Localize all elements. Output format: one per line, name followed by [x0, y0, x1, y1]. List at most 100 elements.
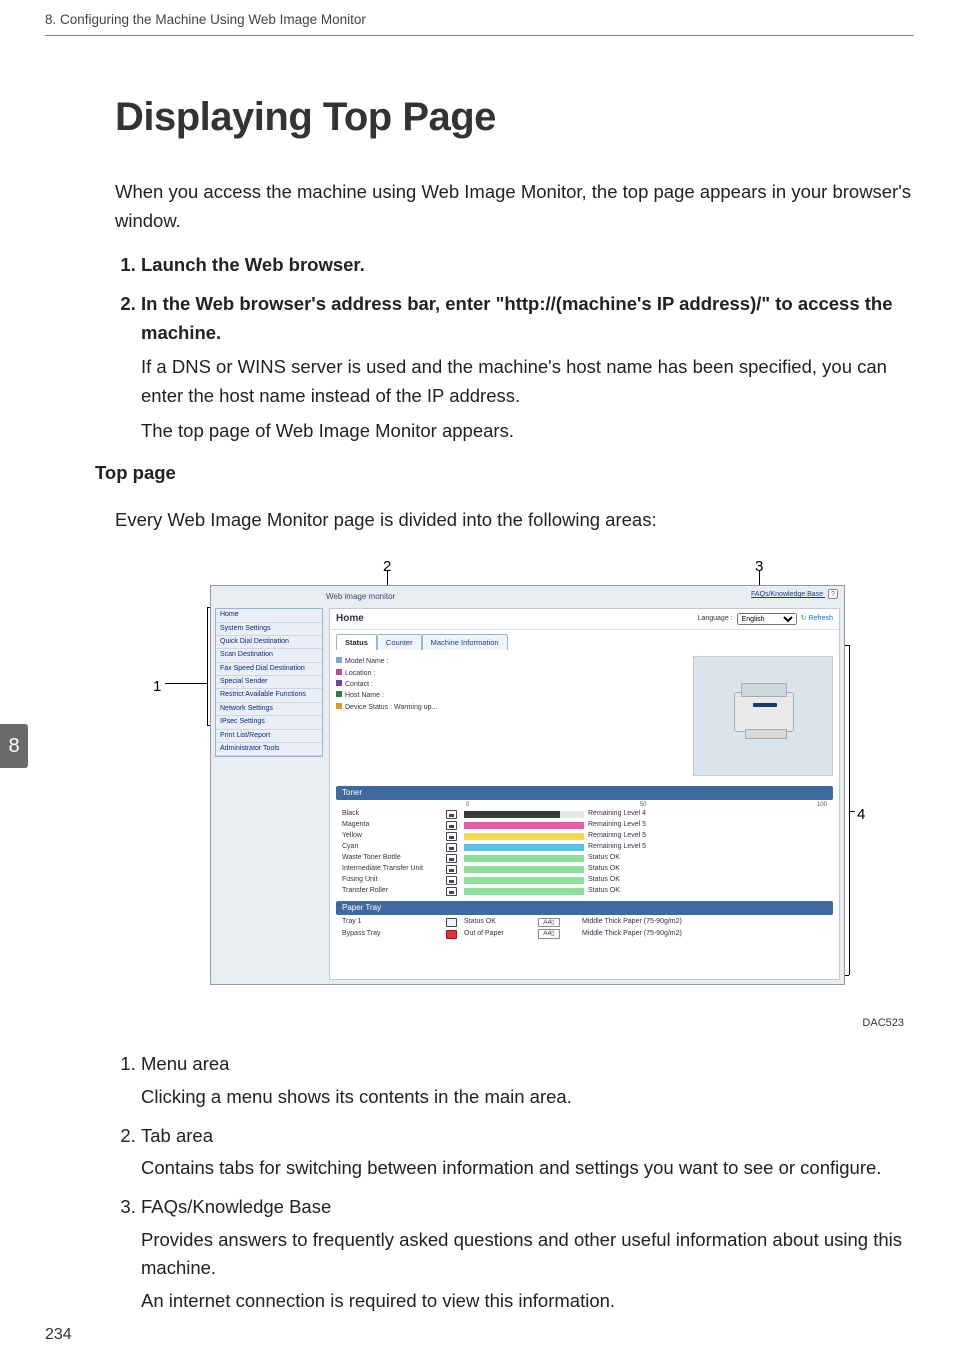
status-label: Device Status: [345, 704, 388, 711]
refresh-button[interactable]: Refresh: [801, 615, 833, 623]
step-2-body-2: The top page of Web Image Monitor appear…: [141, 417, 914, 446]
sidebar-item[interactable]: Network Settings: [216, 703, 322, 716]
help-icon[interactable]: ?: [828, 589, 838, 599]
toner-scale: 0 50 100: [336, 802, 833, 809]
legend-1-body: Clicking a menu shows its contents in th…: [141, 1083, 914, 1112]
toner-status: Status OK: [588, 865, 827, 873]
sidebar-item[interactable]: Print List/Report: [216, 730, 322, 743]
tray-status: Status OK: [464, 918, 534, 926]
level-bar: [464, 822, 584, 829]
figure: 2 3 1 4 FAQs/Knowledge Base ?: [145, 555, 865, 1005]
cartridge-icon: [446, 876, 457, 885]
level-fill: [464, 877, 584, 884]
toner-row: BlackRemaining Level 4: [336, 809, 833, 820]
sidebar-item[interactable]: Quick Dial Destination: [216, 636, 322, 649]
tray-row: Tray 1Status OKA4▯Middle Thick Paper (75…: [336, 917, 833, 929]
legend-2: Tab area Contains tabs for switching bet…: [141, 1122, 914, 1183]
tab-machine-information[interactable]: Machine Information: [422, 634, 508, 650]
faq-link[interactable]: FAQs/Knowledge Base ?: [751, 589, 838, 599]
toner-row: Transfer RollerStatus OK: [336, 886, 833, 897]
toner-scale-50: 50: [640, 802, 647, 809]
status-row: Device Status : Warming up...: [336, 702, 687, 713]
toner-status: Status OK: [588, 854, 827, 862]
sidebar-item[interactable]: Fax Speed Dial Destination: [216, 663, 322, 676]
toner-name: Fusing Unit: [342, 876, 442, 884]
callout-1-line-v: [207, 607, 208, 725]
toner-name: Magenta: [342, 821, 442, 829]
status-label: Contact: [345, 681, 369, 688]
tray-status: Out of Paper: [464, 930, 534, 938]
toner-header: Toner: [336, 786, 833, 800]
page: 8. Configuring the Machine Using Web Ima…: [0, 0, 959, 1366]
printer-icon: [734, 692, 794, 732]
tab-counter[interactable]: Counter: [377, 634, 422, 650]
language-select[interactable]: English: [737, 613, 797, 625]
level-fill: [464, 833, 584, 840]
callout-1-line-h: [165, 683, 207, 684]
printer-panel-icon: [753, 703, 777, 707]
main-area: Home Language : English Refresh Status C…: [329, 608, 840, 980]
status-block: Model Name :Location :Contact :Host Name…: [330, 650, 839, 782]
sidebar-item[interactable]: Home: [216, 609, 322, 622]
status-value: : Warming up...: [390, 704, 437, 711]
sidebar-item[interactable]: IPsec Settings: [216, 716, 322, 729]
callout-4-label: 4: [857, 803, 865, 826]
toner-status: Remaining Level 5: [588, 843, 827, 851]
sidebar-item[interactable]: Restrict Available Functions: [216, 689, 322, 702]
status-row: Location :: [336, 668, 687, 679]
tray-header: Paper Tray: [336, 901, 833, 915]
tray-media: Middle Thick Paper (75-90g/m2): [582, 918, 827, 926]
legend-3-body-2: An internet connection is required to vi…: [141, 1287, 914, 1316]
level-fill: [464, 822, 584, 829]
legend-1: Menu area Clicking a menu shows its cont…: [141, 1050, 914, 1111]
step-1: Launch the Web browser.: [141, 251, 914, 280]
toner-scale-100: 100: [817, 802, 827, 809]
status-row: Contact :: [336, 679, 687, 690]
bullet-icon: [336, 691, 342, 697]
status-value: :: [371, 681, 373, 688]
level-fill: [464, 811, 560, 818]
sidebar-item[interactable]: Special Sender: [216, 676, 322, 689]
toner-name: Transfer Roller: [342, 887, 442, 895]
sidebar-item[interactable]: System Settings: [216, 623, 322, 636]
page-number: 234: [45, 1323, 72, 1348]
paper-size-icon: A4▯: [538, 929, 560, 939]
step-2: In the Web browser's address bar, enter …: [141, 290, 914, 445]
language-label: Language :: [698, 615, 733, 623]
toner-row: Cyan Remaining Level 5: [336, 842, 833, 853]
main-header: Home Language : English Refresh: [330, 609, 839, 630]
intro-paragraph: When you access the machine using Web Im…: [115, 178, 914, 235]
legend-list: Menu area Clicking a menu shows its cont…: [115, 1050, 914, 1315]
legend-1-head: Menu area: [141, 1053, 229, 1074]
cartridge-icon: [446, 832, 457, 841]
bullet-icon: [336, 680, 342, 686]
status-value: :: [387, 658, 389, 665]
toner-row: Waste Toner Bottle Status OK: [336, 853, 833, 864]
sidebar-item[interactable]: Scan Destination: [216, 649, 322, 662]
step-2-body-1: If a DNS or WINS server is used and the …: [141, 353, 914, 410]
cartridge-icon: [446, 865, 457, 874]
sidebar: HomeSystem SettingsQuick Dial Destinatio…: [215, 608, 323, 757]
sidebar-item[interactable]: Administrator Tools: [216, 743, 322, 756]
status-row: Host Name :: [336, 690, 687, 701]
legend-2-body: Contains tabs for switching between info…: [141, 1154, 914, 1183]
tray-row: Bypass TrayOut of PaperA4▯Middle Thick P…: [336, 928, 833, 940]
main-title: Home: [336, 613, 364, 625]
level-bar: [464, 888, 584, 895]
step-1-head: Launch the Web browser.: [141, 254, 365, 275]
legend-2-head: Tab area: [141, 1125, 213, 1146]
toner-row: Intermediate Transfer UnitStatus OK: [336, 864, 833, 875]
bullet-icon: [336, 657, 342, 663]
toner-row: MagentaRemaining Level 5: [336, 820, 833, 831]
status-label: Host Name: [345, 692, 380, 699]
chapter-tab: 8: [0, 724, 28, 768]
tray-media: Middle Thick Paper (75-90g/m2): [582, 930, 827, 938]
toner-name: Waste Toner Bottle: [342, 854, 442, 862]
paper-size-icon: A4▯: [538, 918, 560, 928]
tray-icon: [446, 918, 457, 927]
bullet-icon: [336, 703, 342, 709]
tab-status[interactable]: Status: [336, 634, 377, 650]
cartridge-icon: [446, 854, 457, 863]
toner-name: Cyan: [342, 843, 442, 851]
step-2-head: In the Web browser's address bar, enter …: [141, 293, 893, 343]
